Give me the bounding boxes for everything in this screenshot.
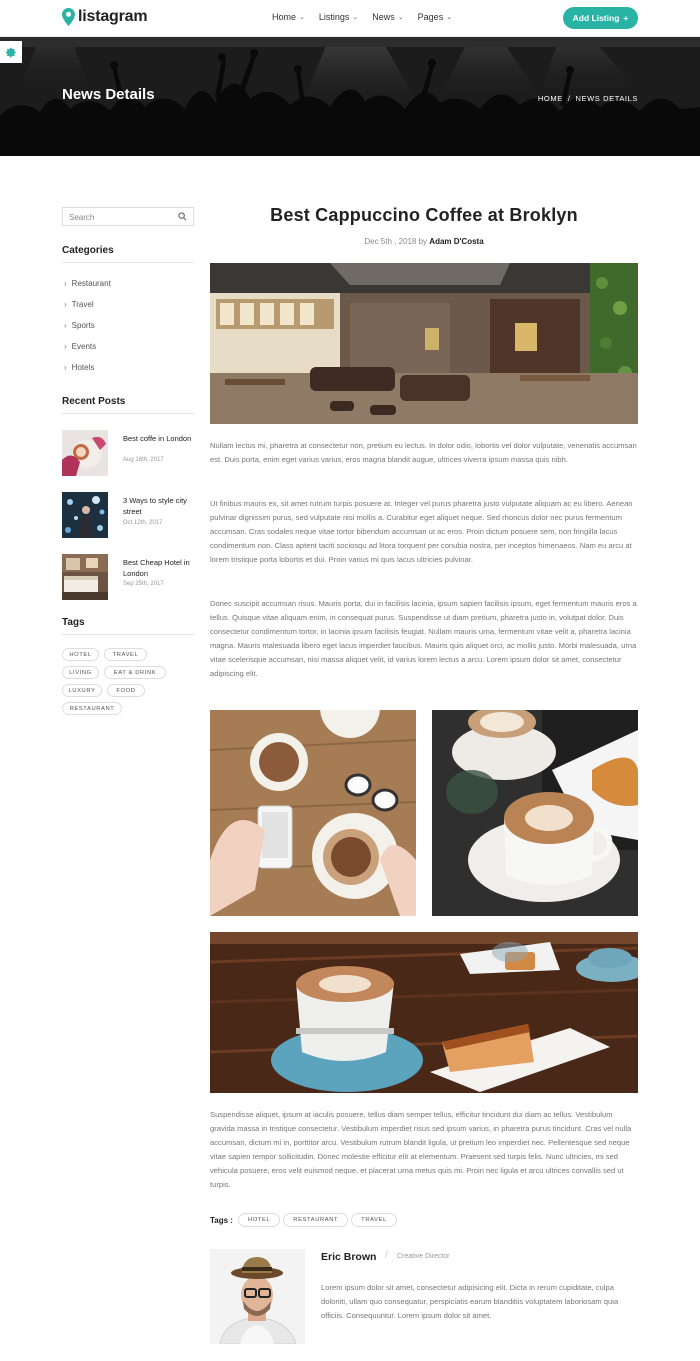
tag-travel[interactable]: TRAVEL bbox=[104, 648, 147, 661]
chevron-down-icon: ⌄ bbox=[397, 14, 404, 21]
article-paragraph: Ut finibus mauris ex, sit amet rutrum tu… bbox=[210, 499, 633, 564]
breadcrumb-separator: / bbox=[567, 94, 571, 103]
tag-hotel[interactable]: HOTEL bbox=[62, 648, 99, 661]
add-listing-label: Add Listing bbox=[572, 13, 620, 23]
article-paragraph: Suspendisse aliquet, ipsum at iaculis po… bbox=[210, 1110, 632, 1189]
post-date: Oct 12th, 2017 bbox=[123, 520, 163, 526]
chevron-right-icon: › bbox=[64, 363, 67, 372]
chevron-down-icon: ⌄ bbox=[352, 14, 359, 21]
category-label: Events bbox=[71, 342, 97, 351]
category-label: Hotels bbox=[71, 363, 95, 372]
divider bbox=[62, 262, 194, 263]
article-author[interactable]: Adam D'Costa bbox=[429, 237, 483, 246]
search-input[interactable] bbox=[69, 211, 174, 223]
article-paragraph: Nullam lectus mi, pharetra at consectetu… bbox=[210, 441, 637, 464]
chevron-right-icon: › bbox=[64, 279, 67, 288]
nav-pages[interactable]: Pages ⌄ bbox=[418, 12, 452, 22]
category-label: Sports bbox=[71, 321, 95, 330]
category-hotels[interactable]: › Hotels bbox=[64, 363, 94, 372]
post-date: Sep 25th, 2017 bbox=[123, 581, 164, 587]
cappuccino-image bbox=[432, 710, 638, 916]
tag-food[interactable]: FOOD bbox=[107, 684, 145, 697]
map-pin-icon bbox=[62, 8, 75, 26]
nav-listings[interactable]: Listings ⌄ bbox=[319, 12, 358, 22]
chevron-right-icon: › bbox=[64, 321, 67, 330]
site-logo[interactable]: listagram bbox=[62, 8, 148, 26]
tag-restaurant[interactable]: RESTAURANT bbox=[283, 1213, 349, 1227]
article-meta: Dec 5th , 2018 by Adam D'Costa bbox=[210, 237, 638, 246]
article-title: Best Cappuccino Coffee at Broklyn bbox=[270, 205, 578, 225]
search-field bbox=[62, 207, 194, 226]
category-restaurant[interactable]: › Restaurant bbox=[64, 279, 111, 288]
nav-news[interactable]: News ⌄ bbox=[372, 12, 403, 22]
add-listing-button[interactable]: Add Listing + bbox=[563, 7, 638, 29]
chevron-down-icon: ⌄ bbox=[446, 14, 453, 21]
category-label: Travel bbox=[71, 300, 94, 309]
chevron-right-icon: › bbox=[64, 300, 67, 309]
nav-home[interactable]: Home ⌄ bbox=[272, 12, 305, 22]
recent-post[interactable]: Best coffe in London Aug 16th, 2017 bbox=[62, 430, 194, 476]
nav-home-label: Home bbox=[272, 12, 297, 22]
nav-listings-label: Listings bbox=[318, 12, 350, 22]
breadcrumb-current: NEWS DETAILS bbox=[575, 94, 638, 103]
author-name: Eric Brown bbox=[321, 1251, 377, 1263]
author-avatar bbox=[210, 1249, 305, 1344]
recent-post[interactable]: 3 Ways to style city street Oct 12th, 20… bbox=[62, 492, 194, 538]
post-title: 3 Ways to style city street bbox=[123, 496, 187, 516]
gear-icon bbox=[5, 47, 16, 57]
search-icon[interactable] bbox=[178, 212, 187, 221]
post-thumbnail bbox=[62, 492, 108, 538]
author-separator: / bbox=[385, 1250, 388, 1261]
tag-eat-drink[interactable]: EAT & DRINK bbox=[104, 666, 166, 679]
tags-label: Tags : bbox=[210, 1215, 233, 1225]
category-travel[interactable]: › Travel bbox=[64, 300, 94, 309]
main-menu: Home ⌄ Listings ⌄ News ⌄ Pages ⌄ bbox=[272, 12, 452, 22]
breadcrumb-home[interactable]: HOME bbox=[538, 94, 563, 103]
settings-toggle[interactable] bbox=[0, 41, 22, 63]
nav-news-label: News bbox=[372, 12, 395, 22]
divider bbox=[62, 634, 194, 635]
tag-luxury[interactable]: LUXURY bbox=[62, 684, 102, 697]
breadcrumb: HOME / NEWS DETAILS bbox=[538, 94, 638, 103]
post-date: Aug 16th, 2017 bbox=[123, 457, 164, 463]
chevron-down-icon: ⌄ bbox=[299, 14, 305, 21]
recent-posts-heading: Recent Posts bbox=[62, 396, 126, 407]
article-tags: Tags : HOTEL RESTAURANT TRAVEL bbox=[210, 1213, 397, 1227]
categories-heading: Categories bbox=[62, 245, 114, 256]
recent-post[interactable]: Best Cheap Hotel in London Sep 25th, 201… bbox=[62, 554, 194, 600]
tag-travel[interactable]: TRAVEL bbox=[351, 1213, 397, 1227]
divider bbox=[62, 413, 194, 414]
post-thumbnail bbox=[62, 430, 108, 476]
tag-hotel[interactable]: HOTEL bbox=[237, 1213, 281, 1227]
category-label: Restaurant bbox=[71, 279, 111, 288]
page-banner: News Details HOME / NEWS DETAILS bbox=[0, 37, 700, 156]
post-thumbnail bbox=[62, 554, 108, 600]
page-title: News Details bbox=[62, 86, 155, 103]
coffee-cake-image bbox=[210, 932, 638, 1093]
author-role: Creative Director bbox=[397, 1253, 450, 1260]
tag-restaurant[interactable]: RESTAURANT bbox=[62, 702, 122, 715]
plus-icon: + bbox=[623, 13, 629, 23]
top-navigation-bar: listagram Home ⌄ Listings ⌄ News ⌄ Pages ⌄ A… bbox=[0, 0, 700, 37]
category-events[interactable]: › Events bbox=[64, 342, 96, 351]
coffee-table-image bbox=[210, 710, 416, 916]
chevron-right-icon: › bbox=[64, 342, 67, 351]
brand-name: listagram bbox=[78, 8, 148, 25]
category-sports[interactable]: › Sports bbox=[64, 321, 95, 330]
article-date: Dec 5th , 2018 by bbox=[364, 237, 428, 246]
article-paragraph: Donec suscipit accumsan risus. Mauris po… bbox=[210, 599, 637, 678]
author-bio: Lorem ipsum dolor sit amet, consectetur … bbox=[321, 1283, 619, 1320]
cafe-interior-image bbox=[210, 263, 638, 424]
tags-heading: Tags bbox=[62, 617, 85, 628]
post-title: Best coffe in London bbox=[123, 434, 192, 443]
nav-pages-label: Pages bbox=[417, 12, 444, 22]
tag-living[interactable]: LIVING bbox=[62, 666, 99, 679]
post-title: Best Cheap Hotel in London bbox=[123, 558, 190, 578]
